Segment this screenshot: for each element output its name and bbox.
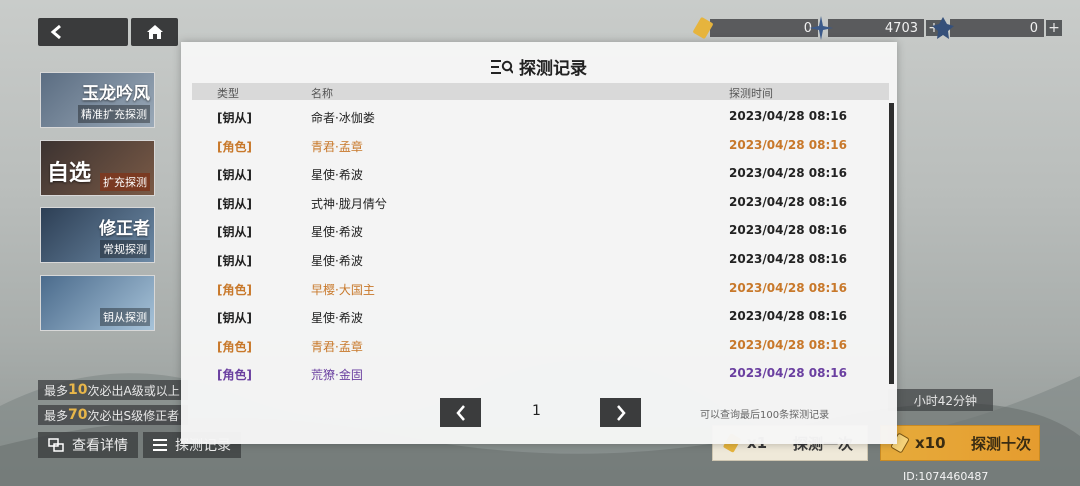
banner-title: 玉龙吟风 bbox=[82, 84, 150, 104]
table-row: [钥从] 星使·希波 2023/04/28 08:16 bbox=[192, 245, 882, 274]
record-time: 2023/04/28 08:16 bbox=[729, 280, 847, 295]
info-text: 次必出A级或以上 bbox=[87, 383, 180, 398]
user-id: ID:1074460487 bbox=[903, 470, 989, 483]
record-time: 2023/04/28 08:16 bbox=[729, 366, 847, 381]
record-type: [角色] bbox=[217, 139, 252, 154]
table-row: [角色] 青君·孟章 2023/04/28 08:16 bbox=[192, 331, 882, 360]
record-name: 星使·希波 bbox=[311, 311, 363, 326]
ticket-icon bbox=[693, 17, 713, 39]
record-time: 2023/04/28 08:16 bbox=[729, 309, 847, 324]
info-text: 次必出S级修正者 bbox=[87, 408, 180, 423]
currency-ticket: 0 bbox=[690, 17, 818, 39]
back-arrow-icon bbox=[50, 25, 61, 39]
currency-value: 4703 bbox=[828, 19, 924, 37]
banner-title: 自选 bbox=[47, 161, 92, 186]
prev-page-button[interactable] bbox=[440, 398, 481, 427]
table-row: [钥从] 式神·胧月倩兮 2023/04/28 08:16 bbox=[192, 188, 882, 217]
pull-ten-label: 探测十次 bbox=[970, 434, 1031, 453]
chevron-right-icon bbox=[616, 404, 626, 421]
home-icon bbox=[146, 25, 163, 39]
currency-star: 4703 + bbox=[808, 16, 942, 40]
banner-subtitle: 精准扩充探测 bbox=[78, 105, 150, 123]
records-list[interactable]: [钥从] 命者·冰伽娄 2023/04/28 08:16 [角色] 青君·孟章 2023/… bbox=[192, 102, 882, 388]
banner-servant[interactable]: 钥从探测 bbox=[40, 275, 155, 331]
banner-title: 修正者 bbox=[99, 219, 150, 239]
banner-corrector[interactable]: 修正者 常规探测 bbox=[40, 207, 155, 263]
record-type: [钥从] bbox=[217, 111, 252, 125]
currency-value: 0 bbox=[710, 19, 818, 37]
table-row: [角色] 早樱·大国主 2023/04/28 08:16 bbox=[192, 274, 882, 303]
pagination: 1 可以查询最后100条探测记录 bbox=[192, 387, 889, 439]
next-page-button[interactable] bbox=[600, 398, 641, 427]
record-time: 2023/04/28 08:16 bbox=[729, 194, 847, 209]
details-icon bbox=[48, 438, 64, 452]
pagination-hint: 可以查询最后100条探测记录 bbox=[700, 410, 830, 421]
record-name: 青君·孟章 bbox=[311, 139, 363, 154]
event-timer: 小时42分钟 bbox=[888, 389, 993, 411]
modal-title: 探测记录 bbox=[181, 54, 897, 79]
search-list-icon bbox=[491, 59, 513, 74]
table-header: 类型 名称 探测时间 bbox=[192, 83, 889, 100]
view-details-button[interactable]: 查看详情 bbox=[38, 432, 138, 458]
info-text: 最多 bbox=[44, 408, 69, 423]
records-modal: 探测记录 类型 名称 探测时间 [钥从] 命者·冰伽娄 2023/04/28 08:… bbox=[181, 42, 897, 444]
banner-jade-dragon[interactable]: 玉龙吟风 精准扩充探测 bbox=[40, 72, 155, 128]
record-type: [钥从] bbox=[217, 311, 252, 326]
back-button[interactable] bbox=[38, 18, 128, 46]
record-time: 2023/04/28 08:16 bbox=[729, 137, 847, 152]
record-name: 星使·希波 bbox=[311, 168, 363, 183]
view-details-label: 查看详情 bbox=[72, 438, 128, 454]
list-icon bbox=[153, 439, 167, 451]
scrollbar-thumb[interactable] bbox=[889, 103, 894, 384]
info-number: 70 bbox=[68, 407, 88, 423]
banner-subtitle: 钥从探测 bbox=[100, 308, 150, 326]
record-type: [钥从] bbox=[217, 225, 252, 240]
info-number: 10 bbox=[68, 382, 88, 398]
record-name: 式神·胧月倩兮 bbox=[311, 196, 387, 211]
pull-ten-button[interactable]: x10 探测十次 bbox=[880, 425, 1040, 461]
currency-gem: 0 + bbox=[930, 17, 1062, 39]
banner-custom[interactable]: 自选 扩充探测 bbox=[40, 140, 155, 196]
page-number: 1 bbox=[532, 403, 541, 419]
record-name: 荒獠·金固 bbox=[311, 368, 363, 383]
record-time: 2023/04/28 08:16 bbox=[729, 109, 847, 123]
record-name: 青君·孟章 bbox=[311, 339, 363, 354]
banner-subtitle: 常规探测 bbox=[100, 240, 150, 258]
modal-title-text: 探测记录 bbox=[519, 59, 587, 79]
table-row: [钥从] 星使·希波 2023/04/28 08:16 bbox=[192, 216, 882, 245]
record-name: 星使·希波 bbox=[311, 225, 363, 240]
record-type: [钥从] bbox=[217, 168, 252, 183]
record-type: [角色] bbox=[217, 282, 252, 297]
record-name: 早樱·大国主 bbox=[311, 282, 375, 297]
record-type: [钥从] bbox=[217, 253, 252, 268]
banner-subtitle: 扩充探测 bbox=[100, 173, 150, 191]
star-crystal-icon bbox=[809, 16, 833, 40]
guarantee-info-s: 最多 70 次必出S级修正者 bbox=[38, 405, 188, 425]
table-row: [钥从] 星使·希波 2023/04/28 08:16 bbox=[192, 159, 882, 188]
guarantee-info-a: 最多 10 次必出A级或以上 bbox=[38, 380, 188, 400]
add-currency-button[interactable]: + bbox=[1046, 20, 1062, 36]
info-text: 最多 bbox=[44, 383, 69, 398]
table-row: [钥从] 命者·冰伽娄 2023/04/28 08:16 bbox=[192, 102, 882, 131]
record-name: 星使·希波 bbox=[311, 253, 363, 268]
header-name: 名称 bbox=[311, 87, 333, 100]
record-time: 2023/04/28 08:16 bbox=[729, 223, 847, 238]
header-type: 类型 bbox=[217, 87, 239, 100]
record-time: 2023/04/28 08:16 bbox=[729, 251, 847, 266]
record-type: [角色] bbox=[217, 339, 252, 354]
record-name: 命者·冰伽娄 bbox=[311, 111, 375, 125]
record-type: [角色] bbox=[217, 368, 252, 383]
home-button[interactable] bbox=[131, 18, 178, 46]
pull-ten-count: x10 bbox=[915, 434, 946, 452]
record-time: 2023/04/28 08:16 bbox=[729, 166, 847, 181]
table-row: [角色] 荒獠·金固 2023/04/28 08:16 bbox=[192, 359, 882, 388]
table-row: [钥从] 星使·希波 2023/04/28 08:16 bbox=[192, 302, 882, 331]
header-time: 探测时间 bbox=[729, 87, 773, 100]
table-row: [角色] 青君·孟章 2023/04/28 08:16 bbox=[192, 131, 882, 160]
gem-icon bbox=[932, 17, 954, 39]
record-time: 2023/04/28 08:16 bbox=[729, 337, 847, 352]
chevron-left-icon bbox=[455, 404, 465, 421]
record-type: [钥从] bbox=[217, 196, 252, 211]
currency-value: 0 bbox=[950, 19, 1044, 37]
